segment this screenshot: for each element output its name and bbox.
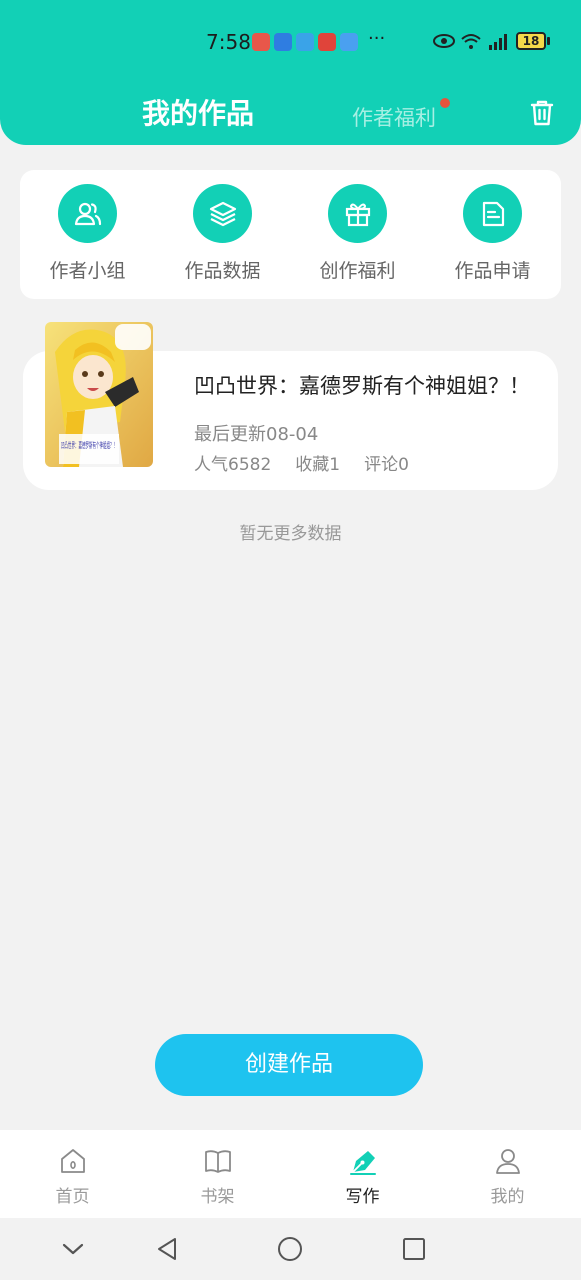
- notification-icons: [252, 33, 358, 51]
- work-popularity: 人气6582: [194, 455, 272, 475]
- trash-icon[interactable]: [527, 98, 557, 128]
- menu-item-author-group[interactable]: 作者小组: [20, 170, 155, 299]
- nav-item-bookshelf[interactable]: 书架: [145, 1130, 290, 1218]
- bottom-nav: 首页 书架 写作 我的: [0, 1130, 581, 1218]
- notification-app-icon: [318, 33, 336, 51]
- list-end-text: 暂无更多数据: [239, 524, 342, 544]
- status-time: 7:58: [206, 30, 251, 54]
- gift-icon: [345, 203, 370, 226]
- book-icon: [205, 1150, 231, 1173]
- menu-item-label: 作品申请: [454, 260, 531, 282]
- menu-item-label: 作品数据: [184, 260, 261, 282]
- eye-icon: [433, 34, 455, 48]
- document-icon: [482, 201, 504, 226]
- home-icon: [61, 1149, 85, 1173]
- battery-level: 18: [516, 32, 546, 50]
- nav-label: 书架: [200, 1187, 235, 1207]
- menu-item-work-data[interactable]: 作品数据: [155, 170, 290, 299]
- more-notifications-icon: ···: [368, 28, 386, 49]
- nav-label: 首页: [55, 1187, 90, 1207]
- nav-item-home[interactable]: 首页: [0, 1130, 145, 1218]
- battery-icon: 18: [516, 32, 550, 50]
- notification-app-icon: [340, 33, 358, 51]
- work-favorites: 收藏1: [295, 455, 341, 475]
- tab-author-benefits[interactable]: 作者福利: [352, 102, 436, 132]
- people-icon: [74, 202, 101, 225]
- layers-icon: [209, 201, 236, 226]
- menu-item-work-application[interactable]: 作品申请: [425, 170, 560, 299]
- chevron-down-icon[interactable]: [58, 1234, 88, 1264]
- page-title: 我的作品: [142, 97, 255, 130]
- home-circle-icon[interactable]: [275, 1234, 305, 1264]
- system-status-icons: 18: [433, 32, 550, 50]
- nav-item-write[interactable]: 写作: [290, 1130, 435, 1218]
- cover-title-text: 凹凸世界：嘉德罗斯有个神姐姐？！: [61, 440, 117, 450]
- menu-item-creation-benefits[interactable]: 创作福利: [290, 170, 425, 299]
- nav-item-me[interactable]: 我的: [435, 1130, 580, 1218]
- back-icon[interactable]: [152, 1234, 182, 1264]
- notification-dot: [440, 98, 450, 108]
- work-comments: 评论0: [364, 455, 409, 475]
- notification-app-icon: [252, 33, 270, 51]
- status-bar: 7:58 ··· 18: [0, 28, 581, 58]
- pen-icon: [350, 1151, 376, 1175]
- menu-item-label: 作者小组: [49, 260, 126, 282]
- work-cover-image[interactable]: 凹凸世界：嘉德罗斯有个神姐姐？！: [45, 322, 153, 467]
- nav-label: 写作: [345, 1187, 380, 1207]
- work-stats: 人气6582 收藏1 评论0: [194, 450, 409, 475]
- person-icon: [496, 1149, 520, 1174]
- notification-app-icon: [274, 33, 292, 51]
- quick-menu-card: 作者小组 作品数据 创作福利 作品申请: [20, 170, 561, 299]
- create-work-button[interactable]: 创建作品: [155, 1034, 423, 1096]
- wifi-icon: [461, 34, 481, 49]
- work-last-update: 最后更新08-04: [194, 424, 319, 445]
- menu-item-label: 创作福利: [319, 260, 396, 282]
- nav-label: 我的: [490, 1187, 525, 1207]
- app-header: 7:58 ··· 18 我的作品 作者福利: [0, 0, 581, 145]
- work-title: 凹凸世界：嘉德罗斯有个神姐姐？！: [194, 374, 530, 398]
- recents-icon[interactable]: [399, 1234, 429, 1264]
- system-nav-bar: [0, 1218, 581, 1280]
- notification-app-icon: [296, 33, 314, 51]
- signal-icon: [489, 34, 507, 50]
